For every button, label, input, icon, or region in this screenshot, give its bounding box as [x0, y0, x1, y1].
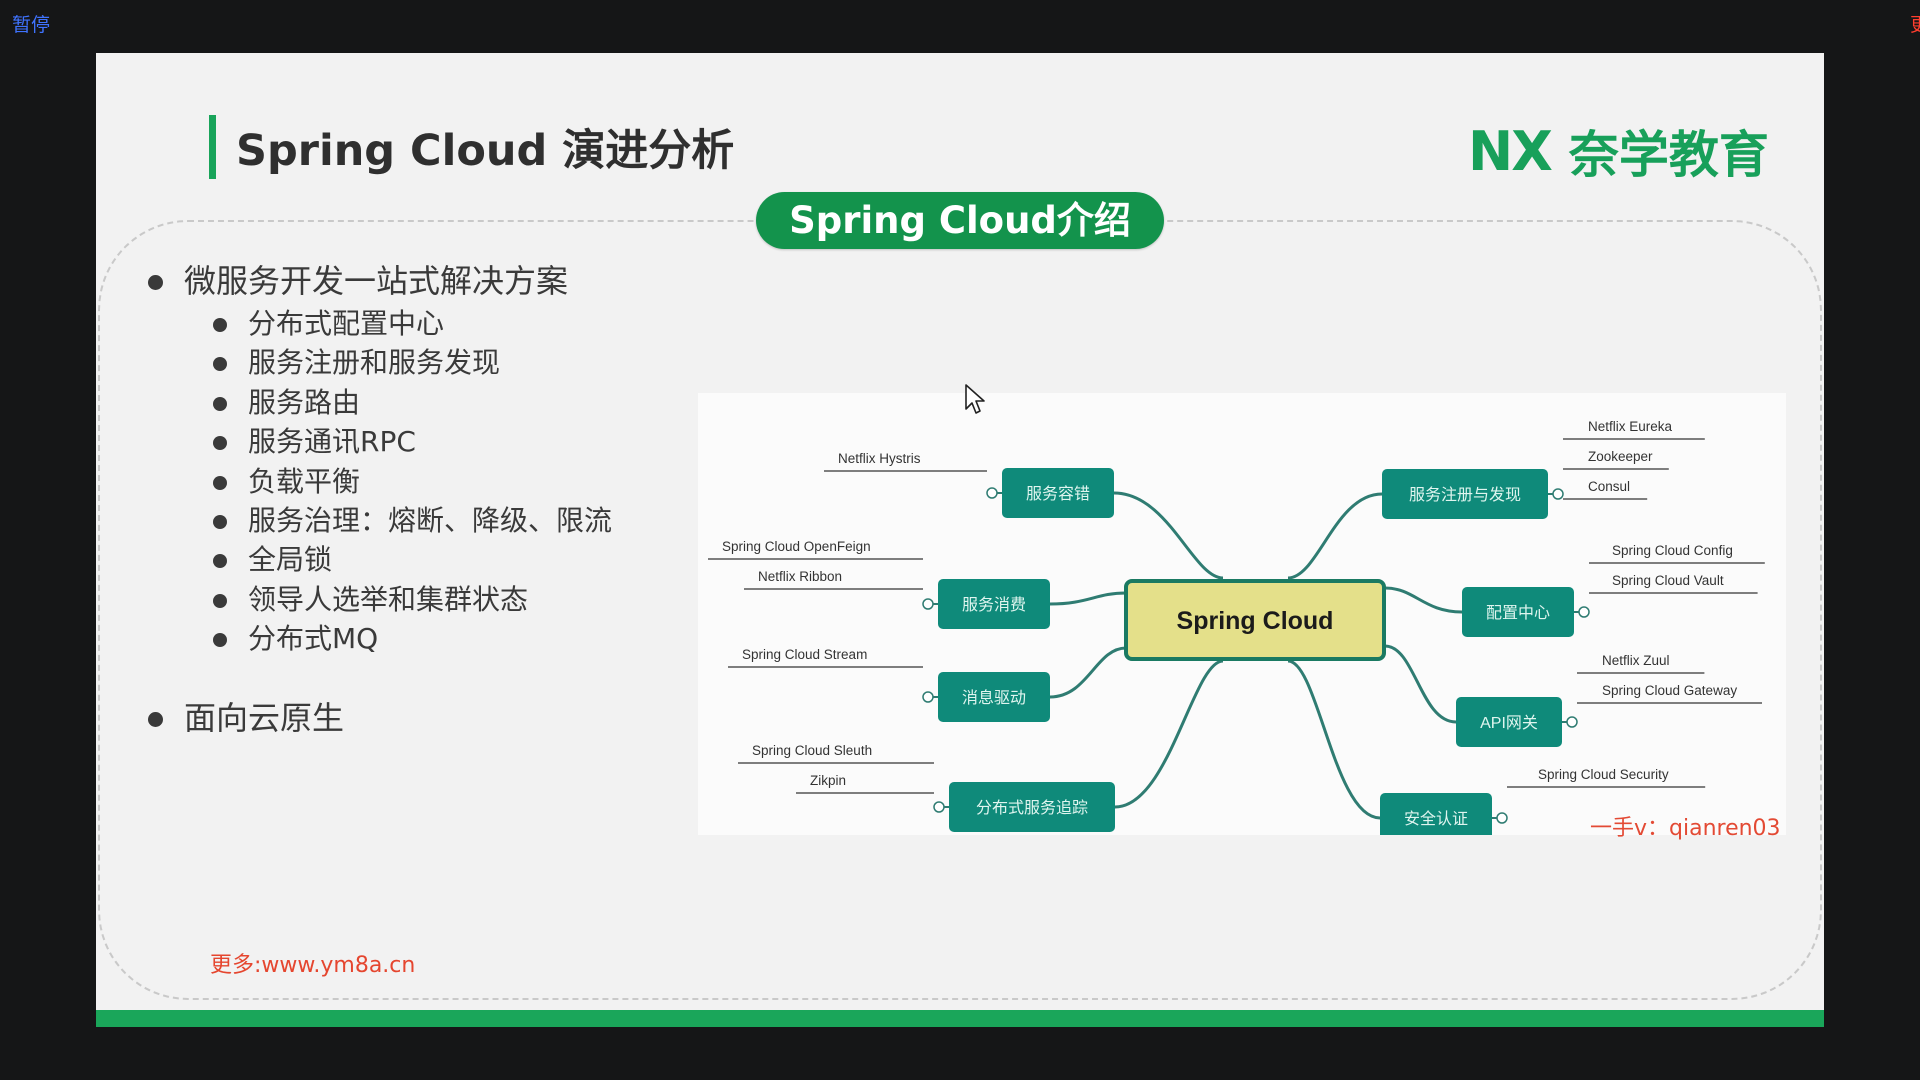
connector-dot [1552, 488, 1564, 500]
pause-label[interactable]: 暂停 [12, 10, 50, 37]
logo-text: 奈学教育 [1568, 126, 1769, 184]
center-label: Spring Cloud [1177, 607, 1334, 635]
branch-label: 服务消费 [962, 596, 1026, 614]
sub-bullet-item: 领导人选举和集群状态 [148, 580, 612, 619]
leaf-label: Spring Cloud Security [1538, 767, 1669, 782]
connector-dot [922, 691, 934, 703]
leaf-label: Zookeeper [1588, 449, 1653, 464]
slide: Spring Cloud 演进分析 NX 奈学教育 Spring Cloud介绍… [96, 53, 1824, 1027]
connector-curve [1049, 591, 1127, 606]
branch-node: 分布式服务追踪 Spring Cloud Sleuth Zikpin [738, 743, 1115, 832]
leaf-label: Spring Cloud Gateway [1602, 683, 1737, 698]
connector-curve [1384, 644, 1457, 724]
sub-bullet-item: 分布式配置中心 [148, 304, 612, 343]
leaf-label: Spring Cloud Stream [742, 647, 867, 662]
connector-curve [1114, 659, 1224, 809]
leaf-label: Netflix Zuul [1602, 653, 1670, 668]
connector-curve [1287, 492, 1383, 580]
section-pill: Spring Cloud介绍 [756, 192, 1164, 249]
leaf-label: Netflix Hystris [838, 451, 921, 466]
branch-label: 服务容错 [1026, 485, 1090, 503]
sub-bullet-item: 全局锁 [148, 540, 612, 579]
branch-label: 服务注册与发现 [1409, 486, 1521, 504]
branch-node: 配置中心 Spring Cloud Config Spring Cloud Vaul… [1462, 543, 1765, 637]
sub-bullet-item: 服务注册和服务发现 [148, 343, 612, 382]
title-block: Spring Cloud 演进分析 [209, 115, 734, 179]
watermark-left: 更多:www.ym8a.cn [210, 953, 416, 978]
branch-node: 服务容错 Netflix Hystris [824, 451, 1114, 518]
feature-list: 微服务开发一站式解决方案 分布式配置中心 服务注册和服务发现 服务路由 服务通讯… [148, 258, 612, 741]
edge-text: 更 [1910, 14, 1920, 36]
connector-dot [1496, 812, 1508, 824]
bullet-item: 微服务开发一站式解决方案 [148, 258, 612, 304]
sub-bullet-item: 服务通讯RPC [148, 422, 612, 461]
leaf-label: Netflix Eureka [1588, 419, 1673, 434]
connector-curve [1049, 646, 1127, 699]
mouse-cursor-icon [965, 384, 985, 414]
branch-label: 配置中心 [1486, 604, 1550, 622]
connector-dot [922, 598, 934, 610]
sub-bullet-item: 服务治理：熔断、降级、限流 [148, 501, 612, 540]
sub-bullet-item: 负载平衡 [148, 462, 612, 501]
branch-node: 服务注册与发现 Netflix Eureka Zookeeper Consul [1382, 419, 1705, 519]
branch-node: 服务消费 Spring Cloud OpenFeign Netflix Ribbon [708, 539, 1050, 629]
brand-logo: NX 奈学教育 [1468, 115, 1769, 187]
connector-curve [1384, 586, 1463, 614]
connector-dot [933, 801, 945, 813]
branch-label: 安全认证 [1404, 810, 1468, 828]
leaf-label: Spring Cloud Vault [1612, 573, 1724, 588]
leaf-label: Zikpin [810, 773, 846, 788]
branch-label: 分布式服务追踪 [976, 799, 1088, 817]
connector-curve [1287, 659, 1381, 820]
watermark-right: 一手v：qianren03 [1590, 816, 1781, 841]
mindmap-nodes: 服务容错 Netflix Hystris 服务消费 Spring Cloud Open… [708, 419, 1765, 835]
logo-mark: NX [1468, 119, 1553, 183]
connector-dot [1578, 606, 1590, 618]
mindmap-diagram: 服务容错 Netflix Hystris 服务消费 Spring Cloud Open… [698, 393, 1786, 835]
branch-node: API网关 Netflix Zuul Spring Cloud Gateway [1456, 653, 1762, 747]
branch-node: 消息驱动 Spring Cloud Stream [728, 647, 1050, 722]
branch-label: 消息驱动 [962, 689, 1026, 707]
connector-curve [1113, 491, 1224, 580]
leaf-label: Spring Cloud OpenFeign [722, 539, 871, 554]
mindmap-svg: 服务容错 Netflix Hystris 服务消费 Spring Cloud Open… [708, 419, 1765, 835]
bottom-accent-bar [96, 1010, 1824, 1027]
leaf-label: Netflix Ribbon [758, 569, 842, 584]
sub-bullet-item: 分布式MQ [148, 619, 612, 658]
title-accent-bar [209, 115, 216, 179]
connector-dot [986, 487, 998, 499]
leaf-label: Spring Cloud Config [1612, 543, 1733, 558]
connector-dot [1566, 716, 1578, 728]
bullet-item: 面向云原生 [148, 695, 612, 741]
center-node: Spring Cloud [1124, 579, 1386, 661]
leaf-label: Consul [1588, 479, 1630, 494]
sub-bullet-item: 服务路由 [148, 383, 612, 422]
branch-label: API网关 [1480, 714, 1538, 732]
slide-title: Spring Cloud 演进分析 [236, 126, 735, 176]
leaf-label: Spring Cloud Sleuth [752, 743, 872, 758]
